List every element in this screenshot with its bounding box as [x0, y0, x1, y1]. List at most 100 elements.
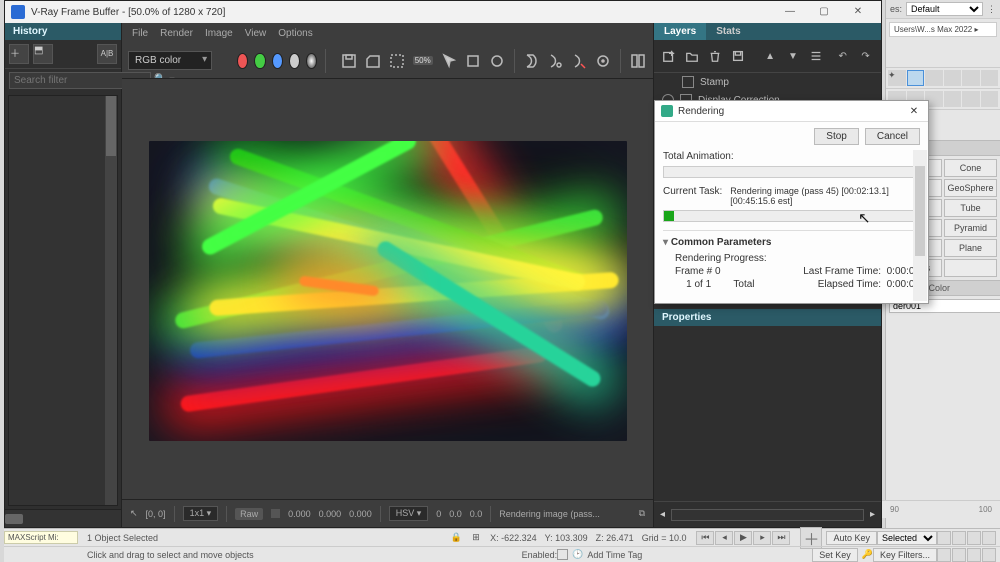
coord-z[interactable]: Z: 26.471 [592, 533, 638, 543]
spacewarps-icon[interactable] [981, 91, 999, 107]
key-mode-select[interactable]: Selected [877, 531, 937, 545]
cameras-icon[interactable] [944, 91, 962, 107]
copy-log-icon[interactable]: ⧉ [639, 508, 645, 519]
frame-jog[interactable] [671, 509, 864, 521]
undo-button[interactable]: ↶ [833, 45, 852, 67]
maxscript-mini[interactable]: MAXScript Mi: [4, 531, 78, 544]
coord-x[interactable]: X: -622.324 [486, 533, 541, 543]
path-field[interactable]: Users\W...s Max 2022 ▸ [889, 22, 997, 37]
channel-select[interactable]: RGB color [128, 51, 212, 70]
add-time-tag[interactable]: Add Time Tag [587, 550, 642, 560]
coord-y[interactable]: Y: 103.309 [541, 533, 592, 543]
cone-button[interactable]: Cone [944, 159, 997, 177]
motion-tab-icon[interactable] [944, 70, 962, 86]
render-button[interactable] [522, 49, 540, 73]
pyramid-button[interactable]: Pyramid [944, 219, 997, 237]
prev-frame-icon[interactable]: ◂ [660, 509, 665, 520]
plane-button[interactable]: Plane [944, 239, 997, 257]
history-thumbnails[interactable] [8, 95, 118, 506]
nav-fov-icon[interactable] [967, 531, 981, 545]
stop-button[interactable]: Stop [814, 128, 859, 145]
snap-icon[interactable]: ⊞ [466, 531, 486, 545]
rendering-titlebar[interactable]: Rendering ✕ [655, 101, 928, 122]
add-layer-button[interactable] [660, 45, 679, 67]
menu-options[interactable]: Options [278, 28, 312, 39]
rendering-close-button[interactable]: ✕ [906, 106, 922, 117]
blue-channel-swatch[interactable] [272, 53, 283, 69]
render-viewport[interactable] [122, 79, 653, 499]
history-size-slider[interactable] [5, 509, 121, 527]
nav-pan-icon[interactable] [937, 531, 951, 545]
green-channel-swatch[interactable] [254, 53, 265, 69]
menu-image[interactable]: Image [205, 28, 233, 39]
delete-layer-button[interactable] [706, 45, 725, 67]
helpers-icon[interactable] [962, 91, 980, 107]
menu-render[interactable]: Render [160, 28, 193, 39]
save-preset-button[interactable] [729, 45, 748, 67]
modify-tab-icon[interactable] [907, 70, 925, 86]
create-tab-icon[interactable]: ✦ [888, 70, 906, 86]
move-up-button[interactable]: ▲ [761, 45, 780, 67]
cancel-button[interactable]: Cancel [865, 128, 920, 145]
tab-layers[interactable]: Layers [654, 23, 706, 40]
nav-orbit-icon[interactable] [937, 548, 951, 562]
hsv-label[interactable]: HSV ▾ [389, 506, 429, 521]
window-close-button[interactable]: ✕ [841, 2, 875, 22]
history-load-button[interactable]: ⬒ [33, 44, 53, 64]
hierarchy-tab-icon[interactable] [925, 70, 943, 86]
history-ab-button[interactable]: A|B [97, 44, 117, 64]
nav-max-icon[interactable] [982, 548, 996, 562]
prev-frame-button[interactable]: ◂ [715, 531, 733, 545]
utilities-tab-icon[interactable] [981, 70, 999, 86]
region-render-button[interactable] [464, 49, 482, 73]
nav-dolly-icon[interactable] [967, 548, 981, 562]
save-image-button[interactable] [340, 49, 358, 73]
preset-select[interactable]: Default [906, 2, 983, 16]
load-image-button[interactable] [364, 49, 382, 73]
time-tag-icon[interactable]: 🕑 [568, 549, 587, 560]
track-mouse-button[interactable] [488, 49, 506, 73]
mono-channel-swatch[interactable] [306, 53, 317, 69]
menu-view[interactable]: View [245, 28, 267, 39]
modal-scrollbar[interactable] [913, 150, 927, 301]
menu-file[interactable]: File [132, 28, 148, 39]
enabled-checkbox[interactable] [557, 549, 568, 560]
timeline-ruler[interactable]: 90 100 [882, 500, 1000, 518]
command-tab-icons[interactable]: ✦ [886, 68, 1000, 89]
alpha-channel-swatch[interactable] [289, 53, 300, 69]
clear-image-button[interactable] [388, 49, 406, 73]
next-frame-icon[interactable]: ▸ [870, 509, 875, 520]
display-tab-icon[interactable] [962, 70, 980, 86]
pick-color-icon[interactable]: ↖ [130, 508, 138, 519]
list-view-button[interactable] [806, 45, 825, 67]
goto-end-button[interactable]: ⏭ [772, 531, 790, 545]
panels-toggle-button[interactable] [629, 49, 647, 73]
layer-toggle-icon[interactable] [682, 76, 694, 88]
layer-stamp[interactable]: Stamp [654, 73, 881, 91]
debug-shading-button[interactable] [594, 49, 612, 73]
pointer-button[interactable] [440, 49, 458, 73]
preset-menu-icon[interactable]: ⋮ [987, 4, 996, 15]
interactive-button[interactable] [570, 49, 588, 73]
nav-walk-icon[interactable] [952, 548, 966, 562]
red-channel-swatch[interactable] [237, 53, 248, 69]
nav-zoomall-icon[interactable] [982, 531, 996, 545]
geosphere-button[interactable]: GeoSphere [944, 179, 997, 197]
zoom-button[interactable]: 50% [412, 49, 434, 73]
vfb-titlebar[interactable]: V-Ray Frame Buffer - [50.0% of 1280 x 72… [5, 1, 881, 23]
key-icon[interactable]: 🔑 [862, 549, 873, 560]
common-parameters-header[interactable]: Common Parameters [663, 237, 920, 252]
obj-btn[interactable] [944, 259, 997, 277]
keyfilters-button[interactable]: Key Filters... [873, 548, 937, 562]
tab-stats[interactable]: Stats [706, 23, 750, 40]
redo-button[interactable]: ↷ [856, 45, 875, 67]
setkey-button[interactable]: Set Key [812, 548, 858, 562]
tube-button[interactable]: Tube [944, 199, 997, 217]
lock-icon[interactable]: 🔒 [446, 531, 466, 545]
minimize-button[interactable]: — [773, 2, 807, 22]
zoom-readout[interactable]: 1x1 ▾ [183, 506, 219, 521]
nav-zoom-icon[interactable] [952, 531, 966, 545]
raw-label[interactable]: Raw [235, 508, 263, 520]
history-scrollbar[interactable] [105, 96, 117, 505]
autokey-button[interactable]: Auto Key [826, 531, 877, 545]
